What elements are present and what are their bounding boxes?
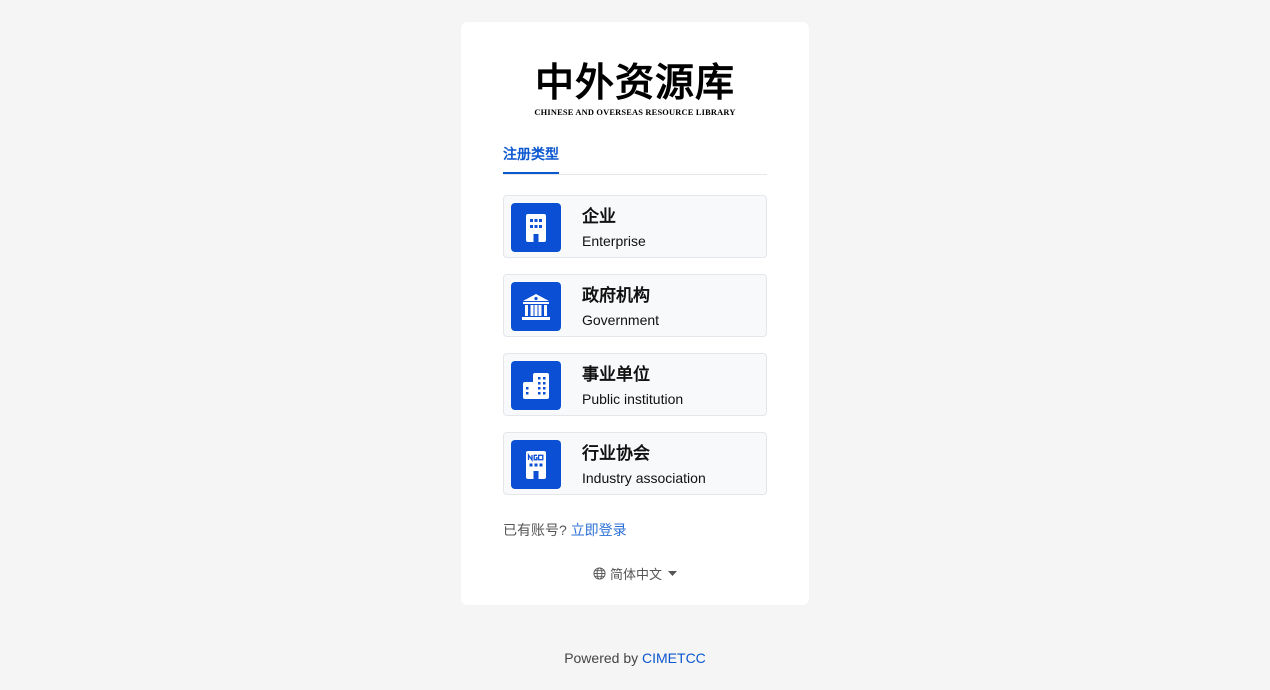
government-icon <box>511 282 561 331</box>
option-title: 事业单位 <box>582 365 650 384</box>
site-logo: 中外资源库 CHINESE AND OVERSEAS RESOURCE LIBR… <box>461 60 809 117</box>
option-public-institution[interactable]: 事业单位 Public institution <box>503 353 767 416</box>
option-industry-association[interactable]: 行业协会 Industry association <box>503 432 767 495</box>
option-title: 企业 <box>582 207 616 226</box>
building-icon <box>511 203 561 252</box>
logo-title-cn: 中外资源库 <box>534 60 735 106</box>
option-government[interactable]: 政府机构 Government <box>503 274 767 337</box>
login-prompt: 已有账号? <box>503 522 567 538</box>
language-label: 简体中文 <box>609 567 662 582</box>
option-enterprise[interactable]: 企业 Enterprise <box>503 195 767 258</box>
footer-prefix: Powered by <box>564 650 643 666</box>
tab-bar: 注册类型 <box>503 144 767 175</box>
globe-icon <box>593 567 606 580</box>
login-link[interactable]: 立即登录 <box>571 522 627 538</box>
login-prompt-row: 已有账号? 立即登录 <box>503 520 627 540</box>
register-card: 中外资源库 CHINESE AND OVERSEAS RESOURCE LIBR… <box>461 22 809 605</box>
institution-icon <box>511 361 561 410</box>
footer: Powered by CIMETCC <box>0 649 1270 667</box>
caret-down-icon <box>668 570 677 577</box>
language-selector[interactable]: 简体中文 <box>461 564 809 583</box>
option-subtitle: Government <box>582 312 660 328</box>
footer-brand-link[interactable]: CIMETCC <box>642 650 706 666</box>
tab-register-type[interactable]: 注册类型 <box>503 144 559 174</box>
option-title: 政府机构 <box>582 286 650 305</box>
ngo-icon <box>511 440 561 489</box>
option-title: 行业协会 <box>582 444 650 463</box>
option-subtitle: Enterprise <box>582 233 646 249</box>
option-subtitle: Public institution <box>582 391 684 407</box>
logo-title-en: CHINESE AND OVERSEAS RESOURCE LIBRARY <box>534 108 736 117</box>
registration-type-list: 企业 Enterprise 政府机构 Government 事业单位 Publi… <box>503 195 767 511</box>
option-subtitle: Industry association <box>582 470 706 486</box>
